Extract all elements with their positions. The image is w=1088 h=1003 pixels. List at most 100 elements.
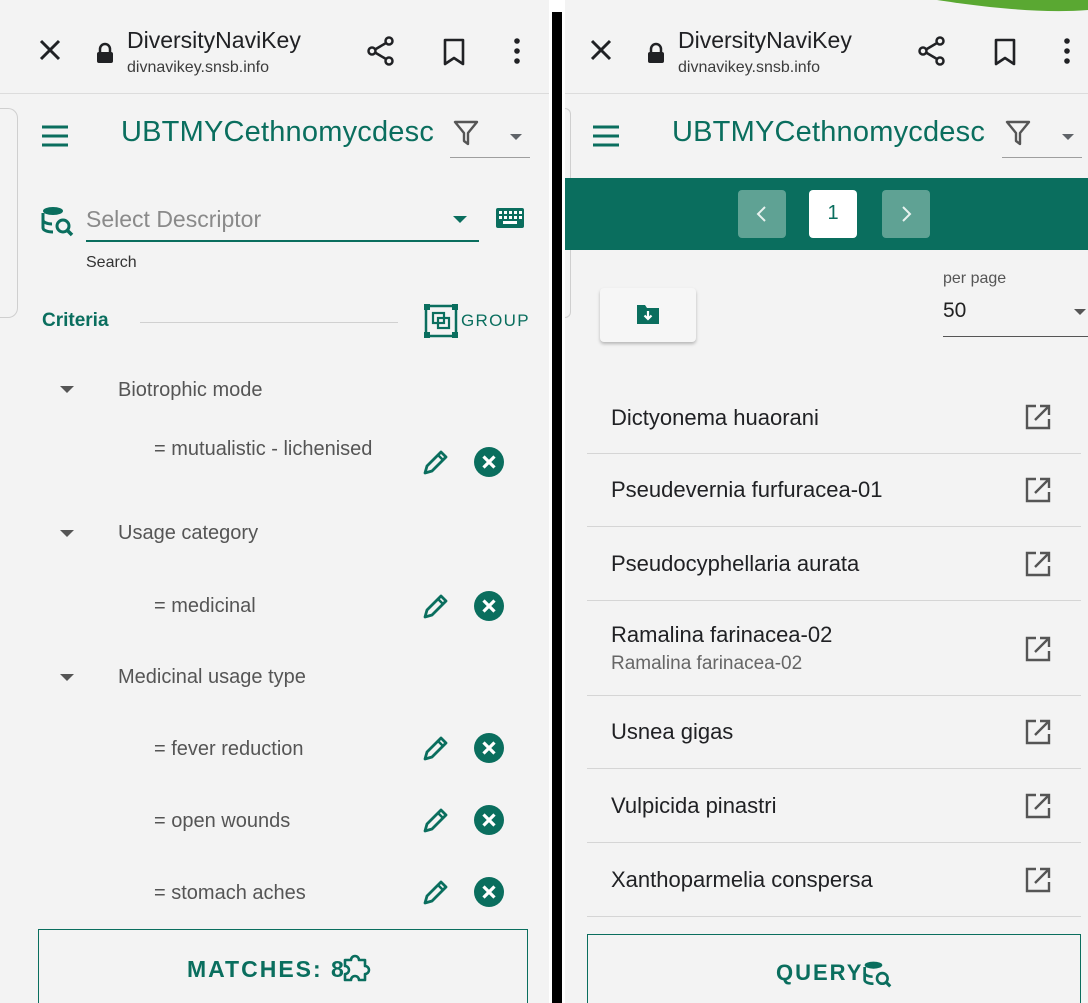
bookmark-icon[interactable] [441,37,467,67]
group-icon [424,304,458,338]
descriptor-placeholder: Select Descriptor [86,206,262,232]
expand-caret-icon[interactable] [60,530,74,537]
edit-icon[interactable] [420,804,452,836]
criterion-name[interactable]: Biotrophic mode [118,379,263,402]
edit-icon[interactable] [420,732,452,764]
next-page-button[interactable] [882,190,930,238]
remove-icon[interactable] [473,446,505,478]
download-folder-icon [637,305,659,324]
open-external-icon[interactable] [1023,865,1053,895]
app-title: UBTMYCethnomycdesc [121,116,435,148]
result-name: Pseudevernia furfuracea-01 [611,477,883,502]
result-item[interactable]: Pseudocyphellaria aurata [587,527,1081,601]
more-vert-icon[interactable] [512,36,522,66]
menu-icon[interactable] [40,124,70,148]
right-screen: DiversityNaviKey divnavikey.snsb.info UB… [565,0,1088,1003]
pagination-bar: 1 [565,178,1088,250]
site-url[interactable]: divnavikey.snsb.info [678,59,820,77]
open-external-icon[interactable] [1023,402,1053,432]
download-button[interactable] [600,288,696,342]
chevron-down-icon [453,216,467,223]
edit-icon[interactable] [420,590,452,622]
open-external-icon[interactable] [1023,634,1053,664]
chevron-left-icon [756,206,766,222]
search-hint: Search [86,254,137,271]
remove-icon[interactable] [473,804,505,836]
result-name: Xanthoparmelia conspersa [611,867,873,892]
per-page-value: 50 [943,299,967,322]
group-label: GROUP [461,311,530,330]
page-1-button[interactable]: 1 [809,190,857,238]
divider [140,322,398,323]
remove-icon[interactable] [473,876,505,908]
open-external-icon[interactable] [1023,791,1053,821]
criterion-value: = open wounds [154,810,291,832]
result-item[interactable]: Pseudevernia furfuracea-01 [587,454,1081,527]
site-title[interactable]: DiversityNaviKey [678,27,852,54]
open-external-icon[interactable] [1023,549,1053,579]
open-external-icon[interactable] [1023,475,1053,505]
query-label: QUERY [776,960,864,985]
prev-page-button[interactable] [738,190,786,238]
descriptor-select[interactable]: Select Descriptor [86,196,479,242]
left-screen: DiversityNaviKey divnavikey.snsb.info UB… [0,0,549,1003]
chevron-down-icon [510,134,522,140]
result-item[interactable]: Ramalina farinacea-02 Ramalina farinacea… [587,601,1081,696]
filter-select[interactable] [1002,112,1082,158]
result-name: Pseudocyphellaria aurata [611,551,860,576]
menu-icon[interactable] [591,124,621,148]
share-icon[interactable] [366,36,396,66]
split-divider [549,0,565,1003]
result-item[interactable]: Xanthoparmelia conspersa [587,843,1081,917]
puzzle-icon [343,954,371,982]
corner-accent [937,0,1088,12]
app-title: UBTMYCethnomycdesc [672,116,986,148]
criterion-value: = medicinal [154,595,256,617]
site-title[interactable]: DiversityNaviKey [127,27,301,54]
close-icon[interactable] [36,36,64,64]
filter-select[interactable] [450,112,530,158]
criterion-value: = fever reduction [154,738,304,760]
browser-toolbar: DiversityNaviKey divnavikey.snsb.info [565,0,1088,94]
site-url[interactable]: divnavikey.snsb.info [127,59,269,77]
matches-label: MATCHES: 8 [187,956,346,982]
edit-icon[interactable] [420,446,452,478]
criterion-value: = mutualistic - lichenised [154,438,373,460]
chevron-down-icon [1062,134,1074,140]
side-drawer-edge [0,108,18,318]
bookmark-icon[interactable] [992,37,1018,67]
share-icon[interactable] [917,36,947,66]
result-subtitle: Ramalina farinacea-02 [611,653,803,674]
remove-icon[interactable] [473,732,505,764]
criteria-label: Criteria [42,310,109,331]
keyboard-icon[interactable] [495,207,525,229]
lock-icon [97,42,113,63]
open-external-icon[interactable] [1023,717,1053,747]
result-item[interactable]: Dictyonema huaorani [587,380,1081,454]
group-button[interactable]: GROUP [424,303,530,339]
result-item[interactable]: Usnea gigas [587,696,1081,769]
criterion-name[interactable]: Usage category [118,522,258,545]
browser-toolbar: DiversityNaviKey divnavikey.snsb.info [0,0,549,94]
per-page-select[interactable]: 50 [943,295,1088,337]
criterion-name[interactable]: Medicinal usage type [118,666,306,689]
chevron-down-icon [1074,309,1086,315]
expand-caret-icon[interactable] [60,674,74,681]
result-name: Vulpicida pinastri [611,793,777,818]
result-item[interactable]: Vulpicida pinastri [587,769,1081,843]
matches-button[interactable]: MATCHES: 8 [38,929,528,1003]
more-vert-icon[interactable] [1062,36,1072,66]
edit-icon[interactable] [420,876,452,908]
descriptor-search-icon [41,207,74,237]
criterion-value: = stomach aches [154,882,306,904]
result-name: Usnea gigas [611,719,734,744]
query-icon [863,961,892,988]
query-button[interactable]: QUERY [587,934,1081,1003]
filter-icon [1005,120,1031,146]
chevron-right-icon [902,206,912,222]
close-icon[interactable] [587,36,615,64]
remove-icon[interactable] [473,590,505,622]
current-page: 1 [827,202,839,224]
expand-caret-icon[interactable] [60,386,74,393]
filter-icon [453,120,479,146]
